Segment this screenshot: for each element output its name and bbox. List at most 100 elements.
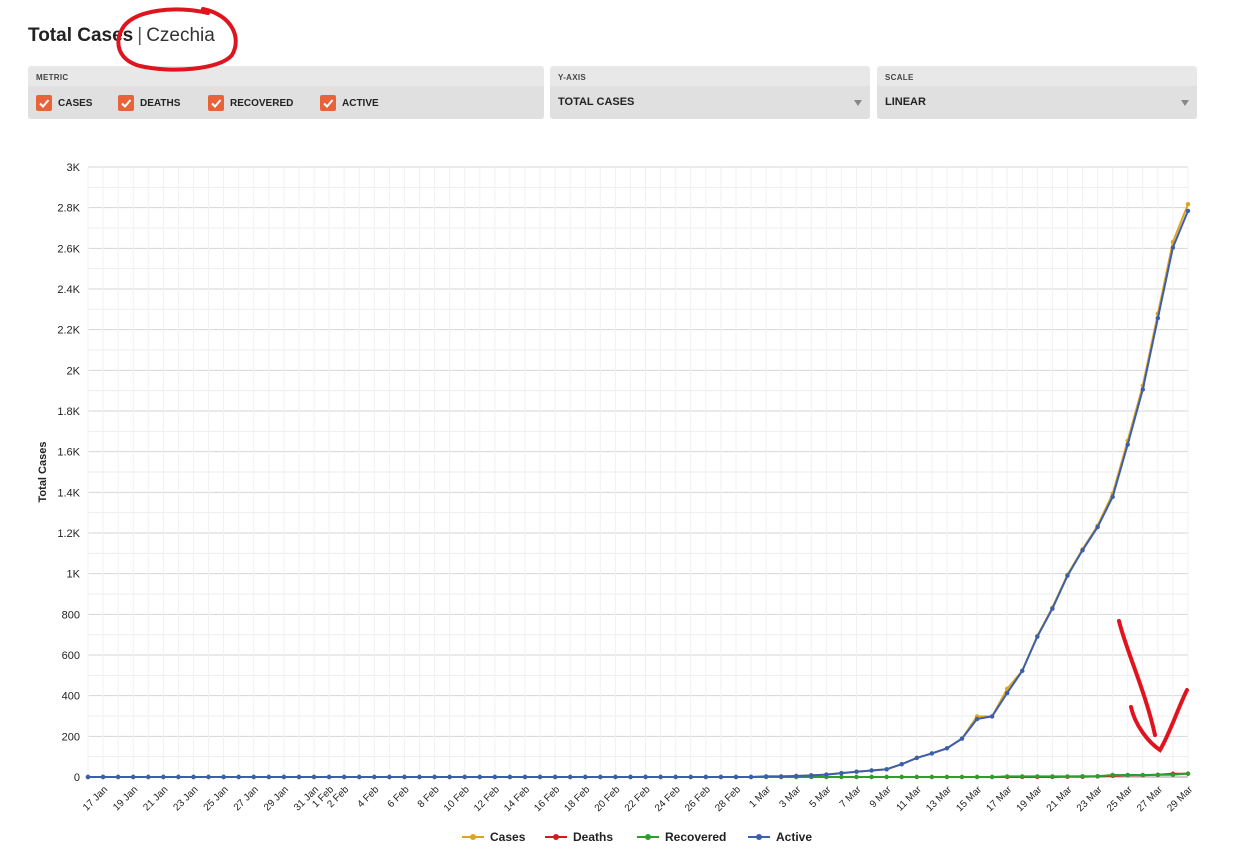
data-point-recovered xyxy=(1020,774,1025,779)
data-point-active xyxy=(281,774,287,780)
x-tick-label: 21 Jan xyxy=(141,784,170,813)
y-tick-label: 2.6K xyxy=(57,243,80,255)
data-point-active xyxy=(703,774,709,780)
series-deaths xyxy=(85,771,1191,780)
x-tick-label: 29 Jan xyxy=(262,784,291,813)
x-tick-label: 3 Mar xyxy=(777,784,803,810)
data-point-recovered xyxy=(884,774,889,780)
data-point-active xyxy=(1050,606,1055,611)
metric-cases-label: CASES xyxy=(58,97,93,109)
chevron-down-icon xyxy=(854,100,862,106)
data-point-active xyxy=(748,774,754,780)
y-tick-label: 200 xyxy=(62,731,80,743)
data-point-active xyxy=(402,774,407,780)
metric-cases-checkbox[interactable]: CASES xyxy=(36,94,92,112)
data-point-active xyxy=(1155,315,1161,321)
data-point-active xyxy=(643,774,648,780)
series-recovered xyxy=(85,771,1191,780)
metric-header: METRIC xyxy=(36,73,69,82)
data-point-active xyxy=(688,774,693,780)
data-point-active xyxy=(1110,494,1115,500)
data-point-active xyxy=(628,774,633,780)
x-tick-label: 25 Mar xyxy=(1105,784,1135,814)
scale-select[interactable]: LINEAR xyxy=(877,86,1197,119)
legend-item-active: Active xyxy=(748,830,812,844)
data-point-recovered xyxy=(989,774,995,780)
x-tick-label: 24 Feb xyxy=(653,784,683,814)
data-point-active xyxy=(809,773,814,778)
x-tick-label: 28 Feb xyxy=(713,784,743,814)
legend-label-recovered: Recovered xyxy=(665,830,726,844)
x-tick-label: 17 Mar xyxy=(984,784,1014,814)
y-axis-label: Total Cases xyxy=(37,442,49,503)
page-title: Total Cases | Czechia xyxy=(28,24,215,48)
x-tick-label: 1 Mar xyxy=(747,784,773,810)
x-tick-label: 12 Feb xyxy=(472,784,502,814)
metric-deaths-checkbox[interactable]: DEATHS xyxy=(118,94,180,112)
y-tick-label: 3K xyxy=(67,162,81,174)
data-point-recovered xyxy=(914,774,919,780)
data-point-active xyxy=(1065,573,1070,578)
data-point-active xyxy=(100,774,106,780)
legend-marker-recovered xyxy=(645,834,651,840)
data-point-active xyxy=(718,774,724,780)
metric-active-checkbox[interactable]: ACTIVE xyxy=(320,94,379,112)
data-point-active xyxy=(974,716,980,722)
data-point-active xyxy=(131,774,136,780)
x-tick-label: 11 Mar xyxy=(895,784,925,814)
data-point-active xyxy=(176,774,181,780)
data-point-active xyxy=(824,772,829,777)
x-tick-label: 21 Mar xyxy=(1045,784,1075,814)
data-point-active xyxy=(146,774,151,780)
data-point-active xyxy=(944,746,950,751)
yaxis-select[interactable]: TOTAL CASES xyxy=(550,86,870,119)
x-tick-label: 7 Mar xyxy=(838,784,864,810)
data-point-recovered xyxy=(974,774,980,780)
data-point-recovered xyxy=(1065,774,1070,779)
scale-select-value: LINEAR xyxy=(885,96,926,108)
data-point-active xyxy=(191,774,196,780)
data-point-active xyxy=(432,774,437,780)
data-point-active xyxy=(522,774,528,780)
data-point-recovered xyxy=(1080,773,1085,779)
data-point-recovered xyxy=(1095,773,1100,779)
x-tick-label: 16 Feb xyxy=(532,784,562,814)
x-tick-label: 19 Mar xyxy=(1015,784,1045,814)
chart-grid xyxy=(87,166,1189,778)
x-tick-label: 25 Jan xyxy=(202,784,231,813)
x-tick-label: 9 Mar xyxy=(868,784,894,810)
scale-header: SCALE xyxy=(885,73,914,82)
metric-deaths-label: DEATHS xyxy=(140,97,181,109)
data-point-active xyxy=(854,769,859,774)
x-tick-label: 20 Feb xyxy=(593,784,623,814)
data-point-active xyxy=(552,774,558,780)
data-point-recovered xyxy=(1110,772,1115,778)
data-point-active xyxy=(537,774,543,780)
data-point-active xyxy=(507,774,513,780)
y-tick-label: 0 xyxy=(74,772,80,784)
checkmark-icon xyxy=(36,95,52,111)
data-point-recovered xyxy=(869,774,874,780)
x-tick-label: 23 Mar xyxy=(1075,784,1105,814)
checkmark-icon xyxy=(118,95,134,111)
data-point-active xyxy=(357,774,362,780)
yaxis-header: Y-AXIS xyxy=(558,73,587,82)
chevron-down-icon xyxy=(1181,100,1189,106)
data-point-active xyxy=(236,774,241,780)
data-point-recovered xyxy=(959,774,965,780)
data-point-active xyxy=(794,773,799,779)
data-point-active xyxy=(161,774,166,780)
data-point-active xyxy=(598,774,603,780)
data-point-active xyxy=(1170,245,1176,250)
title-separator: | xyxy=(137,25,143,46)
x-tick-label: 22 Feb xyxy=(623,784,653,814)
x-tick-label: 23 Jan xyxy=(172,784,201,813)
metric-active-label: ACTIVE xyxy=(342,97,379,109)
x-tick-label: 18 Feb xyxy=(563,784,593,814)
y-tick-label: 400 xyxy=(62,691,80,703)
data-point-recovered xyxy=(944,774,950,780)
data-point-active xyxy=(1080,548,1085,553)
data-point-active xyxy=(206,774,211,780)
metric-recovered-checkbox[interactable]: RECOVERED xyxy=(208,94,293,112)
data-point-active xyxy=(1095,524,1100,530)
